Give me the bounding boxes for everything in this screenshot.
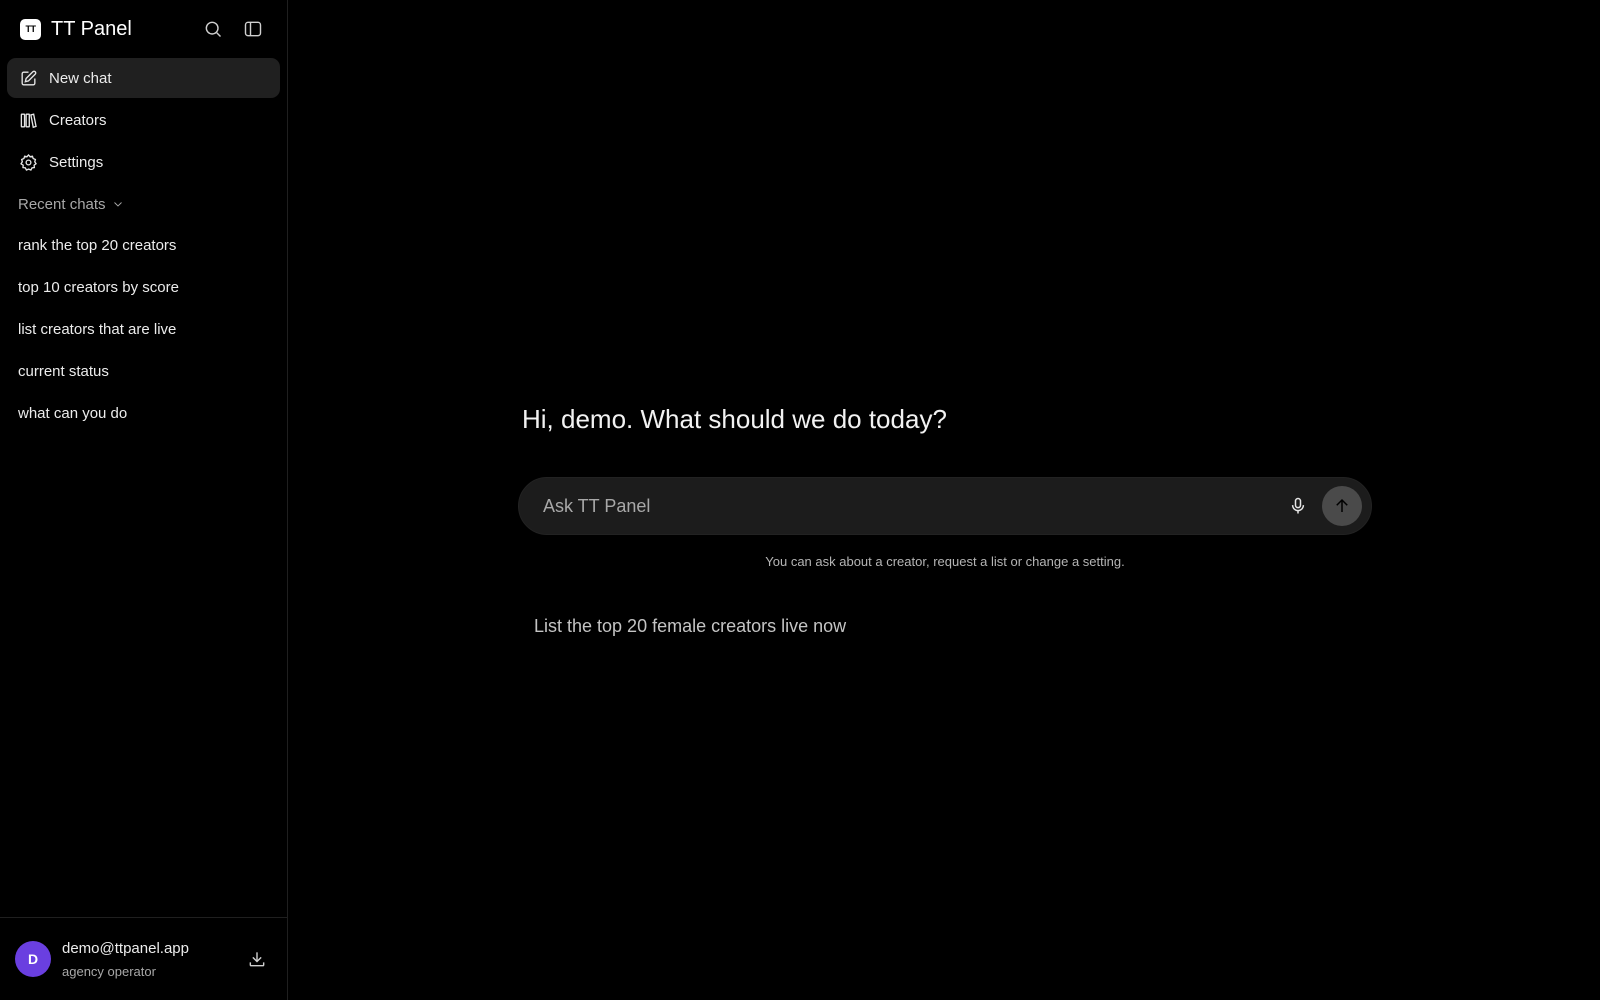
search-icon bbox=[205, 21, 222, 38]
download-button[interactable] bbox=[242, 944, 272, 974]
library-icon bbox=[20, 112, 37, 128]
chat-input[interactable] bbox=[543, 495, 1280, 517]
brand-name: TT Panel bbox=[51, 17, 132, 40]
greeting-heading: Hi, demo. What should we do today? bbox=[522, 404, 947, 434]
sidebar-header: TT TT Panel bbox=[0, 0, 287, 58]
sidebar-toggle-icon bbox=[244, 21, 262, 37]
gear-icon bbox=[20, 153, 37, 171]
recent-chat-item[interactable]: list creators that are live bbox=[7, 308, 280, 350]
nav-item-label: Settings bbox=[49, 153, 104, 171]
recent-chat-item[interactable]: rank the top 20 creators bbox=[7, 224, 280, 266]
sidebar-toggle-button[interactable] bbox=[237, 13, 269, 45]
brand-logo: TT bbox=[20, 18, 41, 40]
download-icon bbox=[249, 952, 265, 967]
sidebar: TT TT Panel New chat Creators Settings R… bbox=[0, 0, 288, 1000]
recent-chats-label: Recent chats bbox=[18, 195, 106, 213]
user-info[interactable]: demo@ttpanel.app agency operator bbox=[62, 939, 242, 979]
composer bbox=[518, 477, 1372, 535]
chevron-down-icon bbox=[113, 202, 122, 207]
recent-chat-item[interactable]: what can you do bbox=[7, 392, 280, 434]
search-button[interactable] bbox=[197, 13, 229, 45]
voice-input-button[interactable] bbox=[1280, 488, 1316, 524]
send-button[interactable] bbox=[1322, 486, 1362, 526]
nav-item-settings[interactable]: Settings bbox=[7, 142, 280, 182]
user-email: demo@ttpanel.app bbox=[62, 940, 189, 957]
recent-chat-item[interactable]: current status bbox=[7, 350, 280, 392]
arrow-up-icon bbox=[1336, 498, 1348, 512]
avatar[interactable]: D bbox=[15, 941, 51, 977]
app-root: TT TT Panel New chat Creators Settings R… bbox=[0, 0, 1600, 1000]
sidebar-nav: New chat Creators Settings bbox=[0, 58, 287, 184]
user-role: agency operator bbox=[62, 964, 156, 979]
main-panel: Hi, demo. What should we do today? You c… bbox=[288, 0, 1600, 1000]
user-footer: D demo@ttpanel.app agency operator bbox=[0, 917, 287, 1000]
brand[interactable]: TT TT Panel bbox=[20, 18, 189, 41]
recent-chats-toggle[interactable]: Recent chats bbox=[0, 184, 287, 224]
nav-item-creators[interactable]: Creators bbox=[7, 100, 280, 140]
nav-item-label: Creators bbox=[49, 111, 107, 129]
nav-item-new-chat[interactable]: New chat bbox=[7, 58, 280, 98]
microphone-icon bbox=[1291, 497, 1305, 514]
suggestion-prompt[interactable]: List the top 20 female creators live now bbox=[534, 616, 846, 637]
recent-chat-item[interactable]: top 10 creators by score bbox=[7, 266, 280, 308]
nav-item-label: New chat bbox=[49, 69, 112, 87]
edit-icon bbox=[21, 70, 37, 86]
composer-hint: You can ask about a creator, request a l… bbox=[765, 554, 1125, 569]
recent-chats-list: rank the top 20 creators top 10 creators… bbox=[0, 224, 287, 434]
